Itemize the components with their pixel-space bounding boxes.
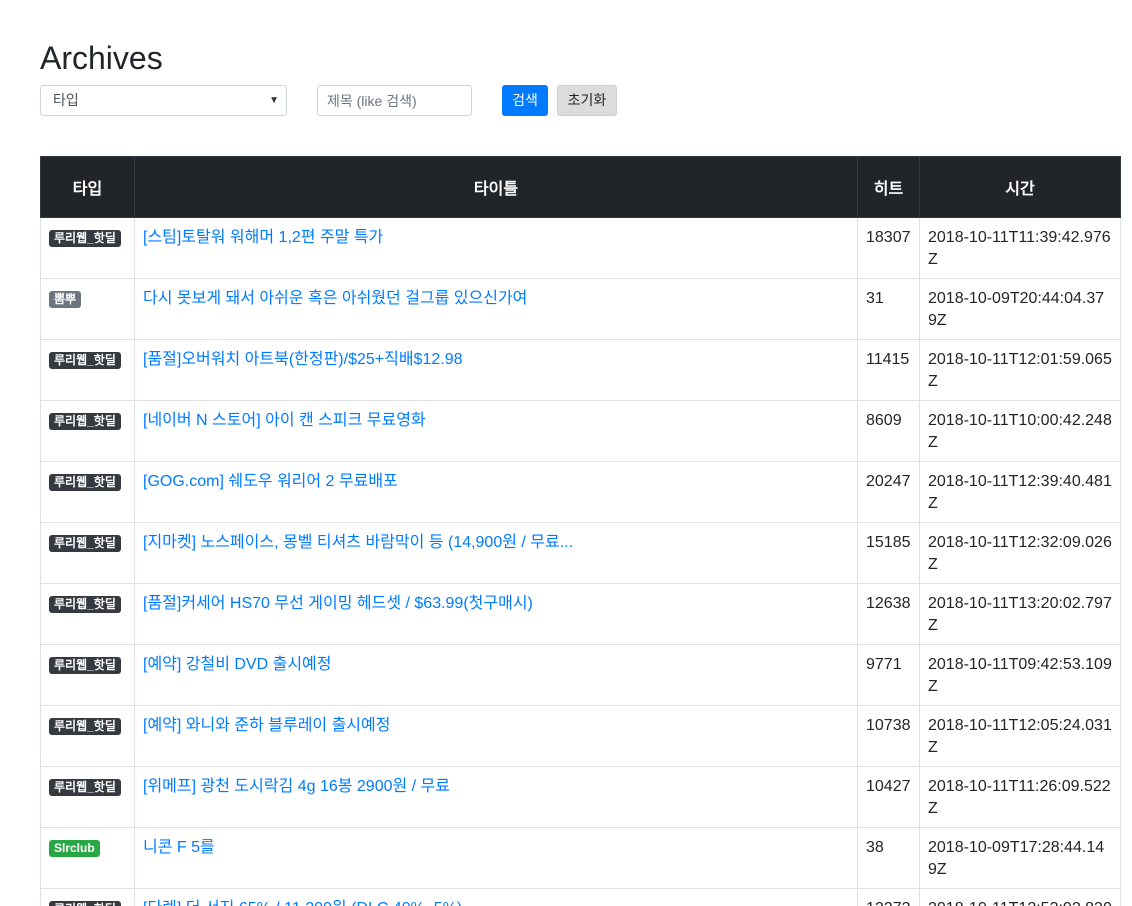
- time-cell: 2018-10-11T12:32:09.026Z: [919, 522, 1121, 584]
- hits-cell: 12638: [857, 583, 920, 645]
- type-cell: 루리웹_핫딜: [40, 339, 135, 401]
- time-cell: 2018-10-11T10:00:42.248Z: [919, 400, 1121, 462]
- table-header-row: 타입 타이틀 히트 시간: [40, 156, 1121, 218]
- type-cell: Slrclub: [40, 827, 135, 889]
- type-badge: 루리웹_핫딜: [49, 474, 121, 491]
- type-cell: 루리웹_핫딜: [40, 705, 135, 767]
- type-badge: 루리웹_핫딜: [49, 901, 121, 906]
- table-row: 루리웹_핫딜 [예약] 와니와 준하 블루레이 출시예정 10738 2018-10-…: [40, 705, 1121, 767]
- table-row: 루리웹_핫딜 [품절]커세어 HS70 무선 게이밍 헤드셋 / $63.99(첫…: [40, 583, 1121, 645]
- type-cell: 루리웹_핫딜: [40, 400, 135, 462]
- table-row: 루리웹_핫딜 [품절]오버워치 아트북(한정판)/$25+직배$12.98 1141…: [40, 339, 1121, 401]
- reset-button[interactable]: 초기화: [557, 85, 617, 116]
- table-row: 루리웹_핫딜 [다렉] 더 서지 65% / 11,200원 (DLC 40%, …: [40, 888, 1121, 906]
- type-cell: 루리웹_핫딜: [40, 888, 135, 906]
- type-badge: 루리웹_핫딜: [49, 352, 121, 369]
- post-title-link[interactable]: [품절]오버워치 아트북(한정판)/$25+직배$12.98: [143, 349, 849, 371]
- title-search-input[interactable]: [317, 85, 472, 116]
- table-row: 루리웹_핫딜 [위메프] 광천 도시락김 4g 16봉 2900원 / 무료 104…: [40, 766, 1121, 828]
- column-header-time: 시간: [919, 156, 1121, 218]
- column-header-hits: 히트: [857, 156, 920, 218]
- table-row: 뽐뿌 다시 못보게 돼서 아쉬운 혹은 아쉬웠던 걸그룹 있으신가여 31 2018-…: [40, 278, 1121, 340]
- title-cell: [지마켓] 노스페이스, 몽벨 티셔츠 바람막이 등 (14,900원 / 무료…: [134, 522, 858, 584]
- title-cell: [스팀]토탈워 워해머 1,2편 주말 특가: [134, 217, 858, 279]
- table-row: 루리웹_핫딜 [네이버 N 스토어] 아이 캔 스피크 무료영화 8609 2018-…: [40, 400, 1121, 462]
- type-cell: 루리웹_핫딜: [40, 644, 135, 706]
- type-cell: 루리웹_핫딜: [40, 522, 135, 584]
- time-cell: 2018-10-09T20:44:04.379Z: [919, 278, 1121, 340]
- archives-page: Archives 타입 ▼ 검색 초기화 타입 타이틀 히트 시간 루리웹_핫딜…: [0, 0, 1132, 906]
- table-body: 루리웹_핫딜 [스팀]토탈워 워해머 1,2편 주말 특가 18307 2018-10…: [40, 217, 1121, 906]
- title-cell: [품절]커세어 HS70 무선 게이밍 헤드셋 / $63.99(첫구매시): [134, 583, 858, 645]
- post-title-link[interactable]: [다렉] 더 서지 65% / 11,200원 (DLC 40%, 5%): [143, 898, 849, 906]
- hits-cell: 31: [857, 278, 920, 340]
- hits-cell: 20247: [857, 461, 920, 523]
- type-badge: 루리웹_핫딜: [49, 596, 121, 613]
- post-title-link[interactable]: [지마켓] 노스페이스, 몽벨 티셔츠 바람막이 등 (14,900원 / 무료…: [143, 532, 849, 554]
- type-badge: 루리웹_핫딜: [49, 413, 121, 430]
- time-cell: 2018-10-11T11:39:42.976Z: [919, 217, 1121, 279]
- type-badge: 루리웹_핫딜: [49, 535, 121, 552]
- hits-cell: 9771: [857, 644, 920, 706]
- time-cell: 2018-10-11T11:26:09.522Z: [919, 766, 1121, 828]
- page-title: Archives: [40, 40, 163, 76]
- type-badge: Slrclub: [49, 840, 100, 857]
- type-badge: 뽐뿌: [49, 291, 82, 308]
- type-badge: 루리웹_핫딜: [49, 230, 121, 247]
- title-cell: [다렉] 더 서지 65% / 11,200원 (DLC 40%, 5%): [134, 888, 858, 906]
- archives-table: 타입 타이틀 히트 시간 루리웹_핫딜 [스팀]토탈워 워해머 1,2편 주말 특…: [40, 156, 1121, 906]
- hits-cell: 8609: [857, 400, 920, 462]
- time-cell: 2018-10-11T12:39:40.481Z: [919, 461, 1121, 523]
- post-title-link[interactable]: [예약] 강철비 DVD 출시예정: [143, 654, 849, 676]
- post-title-link[interactable]: 니콘 F 5를: [143, 837, 849, 859]
- table-row: 루리웹_핫딜 [GOG.com] 쉐도우 워리어 2 무료배포 20247 2018-…: [40, 461, 1121, 523]
- hits-cell: 38: [857, 827, 920, 889]
- type-cell: 루리웹_핫딜: [40, 461, 135, 523]
- type-cell: 뽐뿌: [40, 278, 135, 340]
- title-cell: [위메프] 광천 도시락김 4g 16봉 2900원 / 무료: [134, 766, 858, 828]
- time-cell: 2018-10-09T17:28:44.149Z: [919, 827, 1121, 889]
- type-badge: 루리웹_핫딜: [49, 718, 121, 735]
- hits-cell: 11415: [857, 339, 920, 401]
- time-cell: 2018-10-11T12:53:02.830Z: [919, 888, 1121, 906]
- hits-cell: 10427: [857, 766, 920, 828]
- table-row: Slrclub 니콘 F 5를 38 2018-10-09T17:28:44.149Z: [40, 827, 1121, 889]
- search-button[interactable]: 검색: [502, 85, 548, 116]
- title-cell: [네이버 N 스토어] 아이 캔 스피크 무료영화: [134, 400, 858, 462]
- type-select-value: 타입: [53, 92, 79, 108]
- time-cell: 2018-10-11T12:05:24.031Z: [919, 705, 1121, 767]
- hits-cell: 15185: [857, 522, 920, 584]
- type-cell: 루리웹_핫딜: [40, 766, 135, 828]
- time-cell: 2018-10-11T13:20:02.797Z: [919, 583, 1121, 645]
- title-cell: 니콘 F 5를: [134, 827, 858, 889]
- time-cell: 2018-10-11T12:01:59.065Z: [919, 339, 1121, 401]
- type-cell: 루리웹_핫딜: [40, 583, 135, 645]
- table-row: 루리웹_핫딜 [지마켓] 노스페이스, 몽벨 티셔츠 바람막이 등 (14,900…: [40, 522, 1121, 584]
- post-title-link[interactable]: [예약] 와니와 준하 블루레이 출시예정: [143, 715, 849, 737]
- post-title-link[interactable]: [스팀]토탈워 워해머 1,2편 주말 특가: [143, 227, 849, 249]
- type-badge: 루리웹_핫딜: [49, 779, 121, 796]
- caret-down-icon: ▼: [269, 95, 279, 106]
- title-cell: [품절]오버워치 아트북(한정판)/$25+직배$12.98: [134, 339, 858, 401]
- time-cell: 2018-10-11T09:42:53.109Z: [919, 644, 1121, 706]
- post-title-link[interactable]: 다시 못보게 돼서 아쉬운 혹은 아쉬웠던 걸그룹 있으신가여: [143, 288, 849, 310]
- post-title-link[interactable]: [품절]커세어 HS70 무선 게이밍 헤드셋 / $63.99(첫구매시): [143, 593, 849, 615]
- hits-cell: 10738: [857, 705, 920, 767]
- post-title-link[interactable]: [네이버 N 스토어] 아이 캔 스피크 무료영화: [143, 410, 849, 432]
- table-row: 루리웹_핫딜 [예약] 강철비 DVD 출시예정 9771 2018-10-11T09…: [40, 644, 1121, 706]
- title-cell: 다시 못보게 돼서 아쉬운 혹은 아쉬웠던 걸그룹 있으신가여: [134, 278, 858, 340]
- hits-cell: 18307: [857, 217, 920, 279]
- column-header-type: 타입: [40, 156, 135, 218]
- hits-cell: 12273: [857, 888, 920, 906]
- title-cell: [GOG.com] 쉐도우 워리어 2 무료배포: [134, 461, 858, 523]
- title-cell: [예약] 와니와 준하 블루레이 출시예정: [134, 705, 858, 767]
- table-row: 루리웹_핫딜 [스팀]토탈워 워해머 1,2편 주말 특가 18307 2018-10…: [40, 217, 1121, 279]
- title-cell: [예약] 강철비 DVD 출시예정: [134, 644, 858, 706]
- type-cell: 루리웹_핫딜: [40, 217, 135, 279]
- type-select[interactable]: 타입 ▼: [40, 85, 287, 116]
- post-title-link[interactable]: [GOG.com] 쉐도우 워리어 2 무료배포: [143, 471, 849, 493]
- post-title-link[interactable]: [위메프] 광천 도시락김 4g 16봉 2900원 / 무료: [143, 776, 849, 798]
- type-badge: 루리웹_핫딜: [49, 657, 121, 674]
- column-header-title: 타이틀: [134, 156, 858, 218]
